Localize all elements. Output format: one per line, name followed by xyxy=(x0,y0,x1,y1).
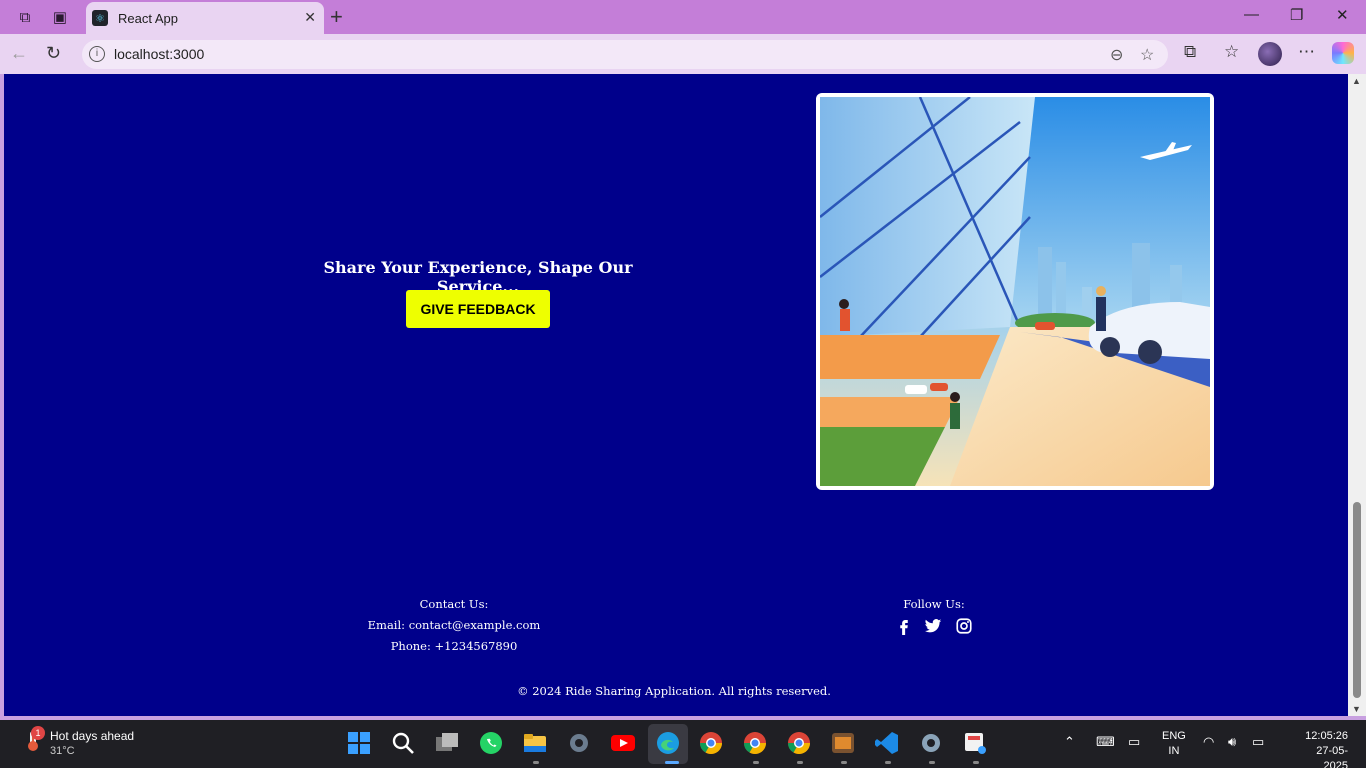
restore-icon[interactable]: ❐ xyxy=(1290,6,1303,24)
weather-title[interactable]: Hot days ahead xyxy=(50,729,134,743)
facebook-icon[interactable] xyxy=(895,617,913,635)
close-window-icon[interactable]: ✕ xyxy=(1336,6,1349,24)
running-indicator xyxy=(797,761,803,764)
settings-icon[interactable] xyxy=(918,730,944,756)
show-hidden-icons-icon[interactable]: ⌃ xyxy=(1064,734,1075,750)
task-view-icon[interactable] xyxy=(434,730,460,756)
whatsapp-icon[interactable] xyxy=(478,730,504,756)
browser-toolbar: ← ↻ i localhost:3000 ⊖ ☆ ⧉ ☆ ⋯ xyxy=(0,34,1366,74)
back-icon[interactable]: ← xyxy=(10,43,28,64)
scroll-thumb[interactable] xyxy=(1353,502,1361,698)
touchpad-icon[interactable]: ▭ xyxy=(1128,734,1140,750)
running-indicator xyxy=(929,761,935,764)
settings-gear-icon[interactable] xyxy=(566,730,592,756)
app-window-icon[interactable] xyxy=(830,730,856,756)
file-explorer-icon[interactable] xyxy=(522,730,548,756)
follow-heading: Follow Us: xyxy=(903,597,965,611)
tab-react-app[interactable]: ⚛ React App ✕ xyxy=(86,2,324,34)
url-text[interactable]: localhost:3000 xyxy=(114,46,204,62)
lang-line2: IN xyxy=(1168,745,1180,757)
running-indicator xyxy=(753,761,759,764)
more-menu-icon[interactable]: ⋯ xyxy=(1298,42,1315,62)
lang-line1: ENG xyxy=(1162,730,1186,742)
new-tab-icon[interactable]: + xyxy=(330,4,343,30)
react-favicon-icon: ⚛ xyxy=(92,10,108,26)
running-indicator xyxy=(885,761,891,764)
copyright-text: © 2024 Ride Sharing Application. All rig… xyxy=(517,684,831,698)
wifi-icon[interactable]: ◠ xyxy=(1203,734,1214,750)
contact-phone: Phone: +1234567890 xyxy=(390,639,518,653)
windows-taskbar: 1 Hot days ahead 31°C ⌃ ⌨ ▭ ENG IN ◠ 🔊︎ … xyxy=(0,720,1366,768)
running-indicator xyxy=(533,761,539,764)
chrome-icon[interactable] xyxy=(698,730,724,756)
refresh-icon[interactable]: ↻ xyxy=(46,43,61,64)
minimize-icon[interactable]: — xyxy=(1244,6,1259,23)
site-info-icon[interactable]: i xyxy=(89,46,105,62)
contact-heading: Contact Us: xyxy=(419,597,489,611)
language-indicator[interactable]: ENG IN xyxy=(1162,729,1186,759)
address-bar[interactable]: i localhost:3000 ⊖ ☆ xyxy=(82,40,1168,69)
favorites-icon[interactable]: ☆ xyxy=(1224,42,1239,62)
copilot-icon[interactable] xyxy=(1332,42,1354,64)
scroll-up-icon[interactable]: ▲ xyxy=(1352,76,1361,86)
instagram-icon[interactable] xyxy=(955,617,973,635)
active-indicator xyxy=(665,761,679,764)
volume-icon[interactable]: 🔊︎ xyxy=(1228,734,1236,750)
page-scrollbar[interactable]: ▲ ▼ xyxy=(1348,74,1366,716)
weather-alert-badge: 1 xyxy=(31,726,45,740)
extensions-icon[interactable]: ⧉ xyxy=(1184,42,1196,62)
contact-email: Email: contact@example.com xyxy=(367,618,541,632)
clock-date: 27-05-2025 xyxy=(1316,745,1348,768)
snipping-tool-icon[interactable] xyxy=(962,730,988,756)
edge-browser-icon[interactable] xyxy=(655,730,681,756)
tab-title: React App xyxy=(118,10,178,26)
running-indicator xyxy=(841,761,847,764)
zoom-out-icon[interactable]: ⊖ xyxy=(1110,45,1123,65)
chrome-profile-2-icon[interactable] xyxy=(786,730,812,756)
close-tab-icon[interactable]: ✕ xyxy=(304,9,316,26)
favorite-star-icon[interactable]: ☆ xyxy=(1140,45,1154,65)
give-feedback-button[interactable]: GIVE FEEDBACK xyxy=(406,290,550,328)
twitter-icon[interactable] xyxy=(924,617,942,635)
workspaces-icon[interactable]: ⧉ xyxy=(14,6,36,28)
clock[interactable]: 12:05:26 27-05-2025 xyxy=(1292,729,1348,768)
page-viewport: Share Your Experience, Shape Our Service… xyxy=(4,74,1348,716)
running-indicator xyxy=(973,761,979,764)
youtube-icon[interactable] xyxy=(610,730,636,756)
chrome-profile-icon[interactable] xyxy=(742,730,768,756)
browser-tab-bar: ⧉ ▣ ⚛ React App ✕ + — ❐ ✕ xyxy=(0,0,1366,34)
weather-temp[interactable]: 31°C xyxy=(50,745,75,757)
profile-avatar[interactable] xyxy=(1258,42,1282,66)
battery-icon[interactable]: ▭ xyxy=(1252,734,1264,750)
clock-time: 12:05:26 xyxy=(1305,730,1348,742)
airport-scene-illustration-icon xyxy=(820,97,1210,486)
windows-start-icon[interactable] xyxy=(346,730,372,756)
ride-sharing-illustration xyxy=(816,93,1214,490)
search-icon[interactable] xyxy=(390,730,416,756)
scroll-down-icon[interactable]: ▼ xyxy=(1352,704,1361,714)
keyboard-icon[interactable]: ⌨ xyxy=(1096,734,1115,750)
tab-actions-icon[interactable]: ▣ xyxy=(49,6,71,28)
vscode-icon[interactable] xyxy=(874,730,900,756)
